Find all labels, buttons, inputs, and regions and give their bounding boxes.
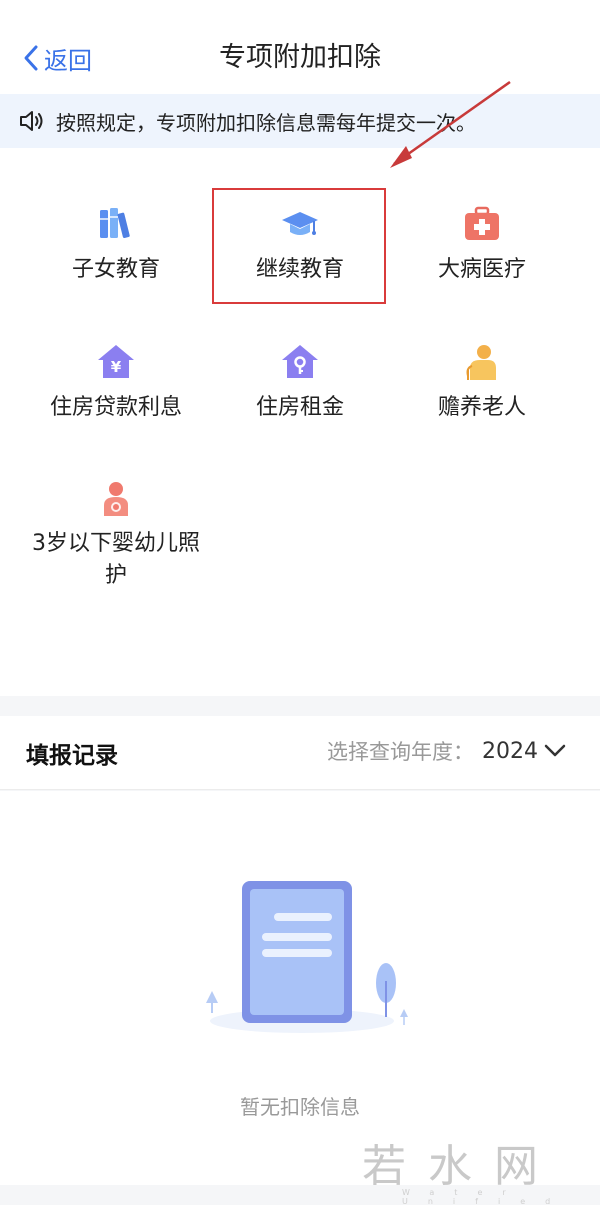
annotation-arrow <box>390 80 511 168</box>
mother-baby-icon <box>104 482 128 516</box>
category-label: 住房贷款利息 <box>49 395 182 420</box>
year-value: 2024 <box>482 738 538 764</box>
year-selector[interactable]: 选择查询年度： 2024 <box>327 736 566 766</box>
elder-icon <box>466 345 496 380</box>
category-housing-loan-interest[interactable]: ¥ 住房贷款利息 <box>26 342 206 424</box>
category-elderly-support[interactable]: 赡养老人 <box>392 342 572 424</box>
empty-document-illustration <box>206 881 408 1033</box>
category-label: 大病医疗 <box>437 257 526 282</box>
medical-kit-icon <box>465 206 499 240</box>
svg-text:¥: ¥ <box>111 358 122 376</box>
category-serious-illness[interactable]: 大病医疗 <box>392 204 572 286</box>
category-label: 3岁以下婴幼儿照护 <box>32 531 200 588</box>
year-label: 选择查询年度： <box>327 740 474 764</box>
category-infant-care[interactable]: 3岁以下婴幼儿照护 <box>26 478 206 592</box>
category-label: 子女教育 <box>71 257 160 282</box>
category-housing-rent[interactable]: 住房租金 <box>210 342 390 424</box>
watermark-text: 若水网 <box>362 1141 560 1192</box>
category-children-education[interactable]: 子女教育 <box>26 204 206 286</box>
house-yuan-icon: ¥ <box>98 345 134 378</box>
speaker-icon <box>20 111 43 131</box>
watermark-subtext: Water Unified Network <box>402 1188 571 1205</box>
empty-text: 暂无扣除信息 <box>240 1095 360 1119</box>
books-icon <box>100 208 130 239</box>
highlight-box <box>212 188 386 304</box>
records-title: 填报记录 <box>26 743 118 769</box>
empty-state: 暂无扣除信息 <box>0 791 600 1185</box>
category-label: 赡养老人 <box>437 395 526 420</box>
records-header: 填报记录 选择查询年度： 2024 <box>0 716 600 790</box>
house-key-icon <box>282 345 318 378</box>
watermark: 若水网 Water Unified Network <box>362 1130 592 1205</box>
category-label: 住房租金 <box>255 395 344 420</box>
category-grid: 子女教育 继续教育 大病医疗 ¥ 住房贷款利息 住房租金 赡养老人 3岁以下婴幼… <box>0 148 600 696</box>
chevron-down-icon <box>544 744 566 757</box>
page-title: 专项附加扣除 <box>219 42 381 73</box>
